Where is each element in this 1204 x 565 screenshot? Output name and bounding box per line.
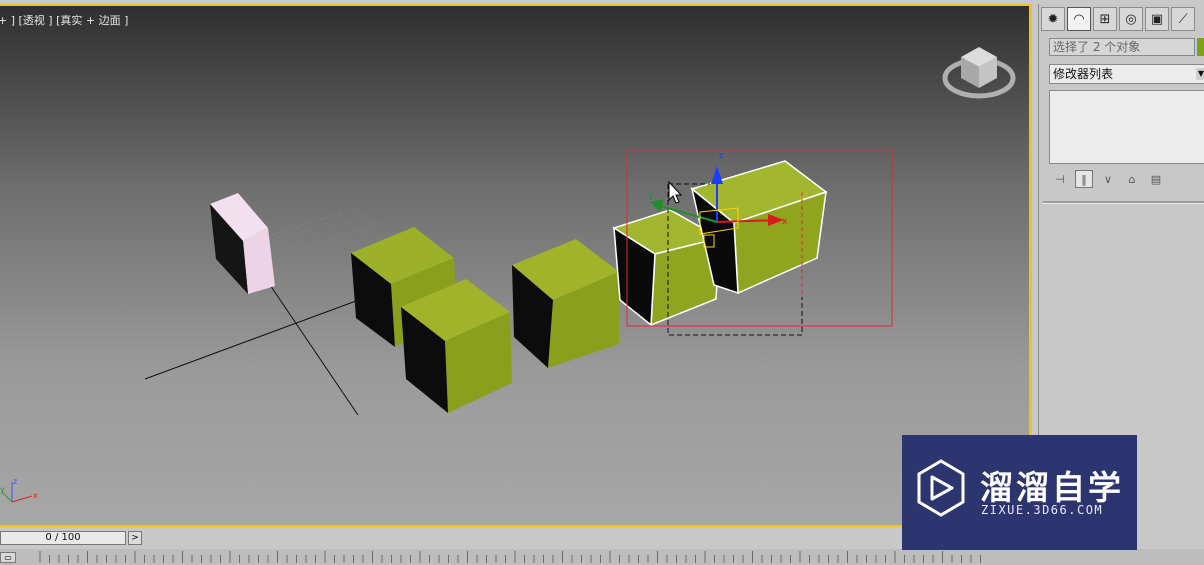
track-bar-icon[interactable]: ▭ xyxy=(0,552,16,563)
viewport-scene[interactable]: z x y xyxy=(0,6,1032,527)
axis-y-label: y xyxy=(0,485,5,494)
display-icon[interactable]: ▣ xyxy=(1145,7,1169,31)
axis-z-label: z xyxy=(13,477,17,486)
chevron-down-icon: ▼ xyxy=(1196,68,1204,80)
time-slider-thumb[interactable]: 0 / 100 xyxy=(0,531,126,545)
grid-axis-line xyxy=(144,300,357,380)
next-frame-button[interactable]: > xyxy=(128,531,142,545)
mouse-cursor-icon xyxy=(668,180,683,204)
play-logo-icon xyxy=(917,459,965,517)
pink-box[interactable] xyxy=(210,193,275,294)
configure-sets-icon[interactable]: ▤ xyxy=(1147,170,1165,188)
make-unique-icon[interactable]: ∨ xyxy=(1099,170,1117,188)
object-color-swatch[interactable] xyxy=(1197,38,1204,56)
show-end-result-icon[interactable]: ‖ xyxy=(1075,170,1093,188)
modifier-list-label: 修改器列表 xyxy=(1053,67,1114,81)
viewcube-icon[interactable] xyxy=(942,47,1016,99)
perspective-viewport[interactable]: z x y + ] [透视 ] [真实 + 边面 ] z x y xyxy=(0,4,1032,527)
viewport-label[interactable]: + ] [透视 ] [真实 + 边面 ] xyxy=(0,12,128,28)
motion-icon[interactable]: ◎ xyxy=(1119,7,1143,31)
create-icon[interactable]: ✹ xyxy=(1041,7,1065,31)
utilities-icon[interactable]: ⟋ xyxy=(1171,7,1195,31)
remove-modifier-icon[interactable]: ⌂ xyxy=(1123,170,1141,188)
pin-stack-icon[interactable]: ⊣ xyxy=(1051,170,1069,188)
modifier-stack[interactable] xyxy=(1049,90,1204,164)
green-box[interactable] xyxy=(512,239,619,368)
watermark: 溜溜自学 ZIXUE.3D66.COM xyxy=(902,435,1137,550)
stack-toolbar: ⊣ ‖ ∨ ⌂ ▤ xyxy=(1051,170,1165,188)
selection-name-field[interactable]: 选择了 2 个对象 xyxy=(1049,38,1195,56)
watermark-url: ZIXUE.3D66.COM xyxy=(981,503,1104,517)
axis-x-label: x xyxy=(33,491,38,500)
panel-divider xyxy=(1043,201,1204,204)
modifier-list-dropdown[interactable]: 修改器列表 ▼ xyxy=(1049,64,1204,84)
hierarchy-icon[interactable]: ⊞ xyxy=(1093,7,1117,31)
track-ticks xyxy=(39,551,981,563)
grid-dotted-ghost xyxy=(270,209,380,253)
grid-axis-line xyxy=(267,281,359,416)
watermark-title: 溜溜自学 xyxy=(980,468,1124,507)
modify-icon[interactable]: ◠ xyxy=(1067,7,1091,31)
axis-tripod-icon: z x y xyxy=(0,477,38,503)
command-panel-tabs: ✹ ◠ ⊞ ◎ ▣ ⟋ xyxy=(1041,7,1195,33)
track-bar[interactable]: ▭ xyxy=(0,549,1204,565)
gizmo-y-label: y xyxy=(648,191,654,201)
gizmo-x-label: x xyxy=(782,217,788,227)
gizmo-z-label: z xyxy=(719,151,724,161)
